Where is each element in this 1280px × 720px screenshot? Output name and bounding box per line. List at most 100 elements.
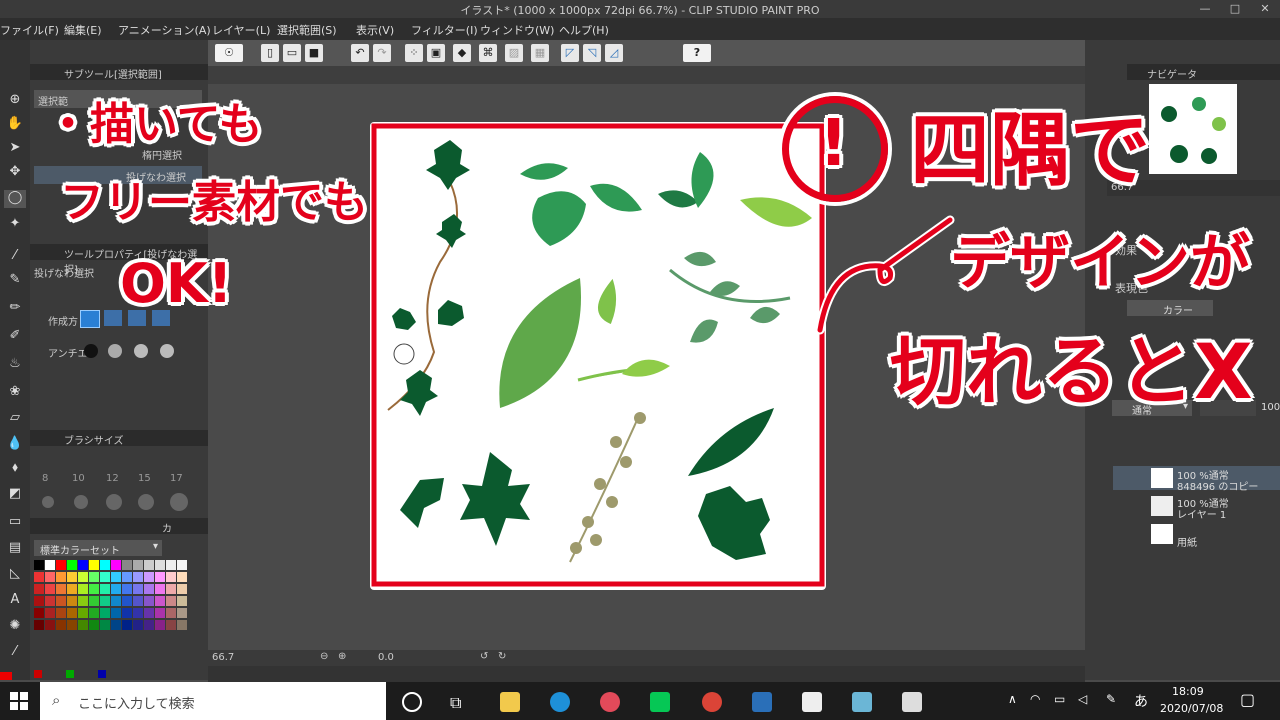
color-swatch[interactable] (100, 584, 110, 594)
color-swatch[interactable] (155, 620, 165, 630)
color-swatch[interactable] (34, 620, 44, 630)
brush-size-option[interactable] (42, 496, 54, 508)
color-swatch[interactable] (144, 608, 154, 618)
snap-grid-icon[interactable]: ◿ (605, 44, 623, 62)
color-swatch[interactable] (155, 584, 165, 594)
ime-indicator[interactable]: あ (1134, 691, 1148, 711)
new-file-icon[interactable]: ▯ (261, 44, 279, 62)
redo-icon[interactable]: ↷ (373, 44, 391, 62)
invert-selection-icon[interactable]: ▦ (531, 44, 549, 62)
color-swatch[interactable] (177, 596, 187, 606)
decoration-icon[interactable]: ❀ (4, 384, 26, 402)
zoom-in-icon[interactable]: ⊕ (338, 651, 346, 662)
color-swatch[interactable] (144, 596, 154, 606)
color-swatch[interactable] (45, 620, 55, 630)
color-swatch[interactable] (177, 584, 187, 594)
clock-time[interactable]: 18:09 (1172, 685, 1204, 698)
color-swatch[interactable] (89, 620, 99, 630)
color-swatch[interactable] (166, 620, 176, 630)
rotate-right-icon[interactable]: ↻ (498, 651, 506, 662)
color-swatch[interactable] (34, 584, 44, 594)
taskbar-search-box[interactable]: ⌕ ここに入力して検索 (40, 682, 386, 720)
color-swatch[interactable] (177, 608, 187, 618)
notification-icon[interactable]: ▢ (1240, 690, 1255, 709)
color-swatch[interactable] (166, 584, 176, 594)
move-layer-icon[interactable]: ✥ (4, 164, 26, 182)
color-swatch[interactable] (144, 584, 154, 594)
color-swatch[interactable] (89, 608, 99, 618)
palette-green[interactable] (66, 670, 74, 678)
snap-special-ruler-icon[interactable]: ◹ (583, 44, 601, 62)
network-icon[interactable]: ◠ (1030, 692, 1040, 706)
color-swatch[interactable] (166, 572, 176, 582)
menu-selection[interactable]: 選択範囲(S) (277, 22, 337, 38)
edge-icon[interactable] (550, 692, 570, 712)
color-swatch[interactable] (78, 584, 88, 594)
color-swatch[interactable] (144, 620, 154, 630)
line-icon[interactable] (650, 692, 670, 712)
color-swatch[interactable] (45, 572, 55, 582)
transform-icon[interactable]: ⌘ (479, 44, 497, 62)
color-swatch[interactable] (100, 608, 110, 618)
color-swatch[interactable] (56, 608, 66, 618)
task-view-icon[interactable]: ⧉ (450, 693, 461, 713)
folder-icon[interactable] (500, 692, 520, 712)
color-swatch[interactable] (34, 608, 44, 618)
color-swatch[interactable] (45, 584, 55, 594)
airbrush-icon[interactable]: ♨ (4, 356, 26, 374)
menu-file[interactable]: ファイル(F) (0, 22, 59, 38)
chrome-icon[interactable] (702, 692, 722, 712)
palette-blue[interactable] (98, 670, 106, 678)
antialias-mid-option[interactable] (134, 344, 148, 358)
antialias-none-option[interactable] (84, 344, 98, 358)
color-swatch[interactable] (177, 572, 187, 582)
color-swatch[interactable] (56, 560, 66, 570)
color-swatch[interactable] (111, 560, 121, 570)
color-swatch[interactable] (78, 620, 88, 630)
brush-size-option[interactable] (170, 493, 188, 511)
color-swatch[interactable] (78, 560, 88, 570)
color-swatch[interactable] (89, 584, 99, 594)
zoom-tool-icon[interactable]: ⊕ (4, 92, 26, 110)
color-swatch[interactable] (67, 584, 77, 594)
antialias-weak-option[interactable] (108, 344, 122, 358)
color-swatch[interactable] (45, 608, 55, 618)
undo-icon[interactable]: ↶ (351, 44, 369, 62)
app-icon[interactable] (600, 692, 620, 712)
maximize-button[interactable]: □ (1220, 0, 1250, 18)
eyedropper-icon[interactable]: ⁄ (4, 248, 26, 266)
layer-row[interactable]: 100 %通常 848496 のコピー (1113, 466, 1280, 493)
fill-icon[interactable]: ◆ (453, 44, 471, 62)
deselect-icon[interactable]: ▨ (505, 44, 523, 62)
color-swatch[interactable] (155, 608, 165, 618)
color-swatch[interactable] (67, 560, 77, 570)
color-swatch[interactable] (122, 572, 132, 582)
text-tool-icon[interactable]: A (4, 592, 26, 610)
color-swatch[interactable] (133, 608, 143, 618)
color-swatch[interactable] (56, 596, 66, 606)
clip-studio-paint-icon[interactable] (902, 692, 922, 712)
eraser-icon[interactable]: ▱ (4, 410, 26, 428)
color-swatch[interactable] (67, 596, 77, 606)
windows-logo-icon[interactable] (10, 692, 28, 710)
color-swatch[interactable] (133, 572, 143, 582)
color-swatch[interactable] (122, 584, 132, 594)
canvas[interactable] (370, 122, 826, 590)
color-swatch[interactable] (45, 596, 55, 606)
snap-ruler-icon[interactable]: ◸ (561, 44, 579, 62)
color-swatch[interactable] (111, 620, 121, 630)
battery-icon[interactable]: ▭ (1054, 692, 1065, 706)
correct-line-icon[interactable]: ⁄ (4, 644, 26, 662)
gradient-icon[interactable]: ◩ (4, 486, 26, 504)
open-folder-icon[interactable]: ▭ (283, 44, 301, 62)
color-swatch[interactable] (78, 608, 88, 618)
menu-edit[interactable]: 編集(E) (64, 22, 102, 38)
color-swatch[interactable] (133, 560, 143, 570)
color-swatch[interactable] (89, 596, 99, 606)
color-swatch[interactable] (100, 560, 110, 570)
color-swatch[interactable] (67, 620, 77, 630)
color-swatch[interactable] (100, 596, 110, 606)
auto-select-icon[interactable]: ✦ (4, 216, 26, 234)
brush-size-option[interactable] (106, 494, 122, 510)
pen-tool-icon[interactable]: ✎ (4, 272, 26, 290)
